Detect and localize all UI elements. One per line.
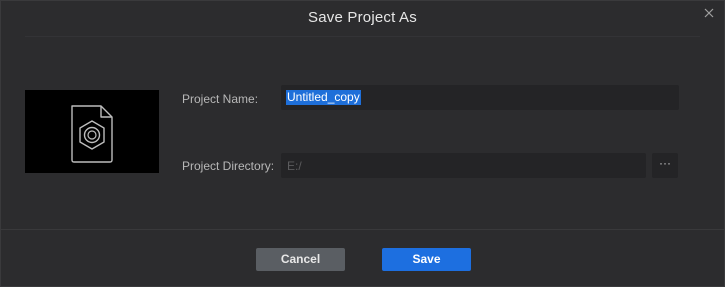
footer-divider: [1, 229, 724, 230]
project-directory-input[interactable]: E:/: [281, 153, 646, 178]
save-button[interactable]: Save: [382, 248, 471, 271]
project-name-label: Project Name:: [182, 92, 259, 106]
save-project-dialog: Save Project As Project Name: Untitled_c…: [0, 0, 725, 287]
header-divider: [25, 36, 700, 37]
project-name-input[interactable]: Untitled_copy: [281, 85, 679, 110]
project-file-icon: [71, 105, 113, 163]
browse-directory-button[interactable]: ···: [652, 153, 678, 178]
project-name-value: Untitled_copy: [286, 90, 361, 105]
cancel-button[interactable]: Cancel: [256, 248, 345, 271]
dialog-title: Save Project As: [308, 9, 417, 26]
project-directory-placeholder: E:/: [287, 159, 302, 173]
close-icon[interactable]: [703, 7, 715, 19]
project-thumbnail: [25, 90, 159, 173]
project-directory-label: Project Directory:: [182, 159, 275, 173]
